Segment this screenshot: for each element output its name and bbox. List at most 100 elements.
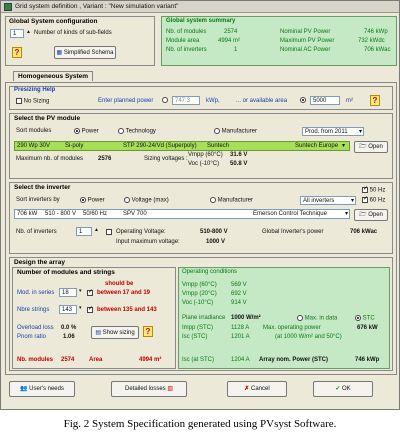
prod-filter-select[interactable]: Prod. from 2011 <box>302 127 364 136</box>
op-cond-value: 569 V <box>231 282 247 288</box>
stepper-arrows[interactable]: ▾ <box>79 305 82 311</box>
overload-label: Overload loss <box>17 325 54 331</box>
planned-power-input[interactable]: 747.3 <box>172 96 200 105</box>
planned-power-label: Enter planned power <box>98 98 154 104</box>
vmpp-label: Vmpp (60°C) <box>188 152 223 158</box>
summary-value: 1 <box>234 47 238 53</box>
subfields-label: Number of kinds of sub-fields <box>34 30 112 36</box>
planned-power-radio[interactable] <box>162 97 168 104</box>
sort-power-radio[interactable]: Power <box>74 128 99 135</box>
modules-strings-header: Number of modules and strings <box>17 269 115 276</box>
sizing-voltages-label: Sizing voltages : <box>144 156 188 162</box>
schema-icon: ▦ <box>56 50 63 56</box>
op-voltage-checkbox[interactable] <box>106 229 112 236</box>
mod-series-check[interactable] <box>87 288 93 297</box>
op-cond-header: Operating conditions <box>182 269 238 275</box>
area-input[interactable]: 5000 <box>310 96 340 105</box>
max-modules-label: Maximum nb. of modules <box>16 156 84 162</box>
summary-label: Nb. of inverters <box>166 47 207 53</box>
pnom-label: Pnom ratio <box>17 334 47 340</box>
inv-sort-manufacturer-radio[interactable]: Manufacturer <box>210 197 253 204</box>
hz50-label: 50 Hz <box>369 187 386 194</box>
summary-label: Nb. of modules <box>166 29 207 35</box>
open-label: Open <box>368 212 383 218</box>
stc-radio[interactable]: STC <box>355 315 375 322</box>
users-needs-label: User's needs <box>29 386 64 392</box>
inv-sort-voltage-radio[interactable]: Voltage (max) <box>124 197 169 204</box>
title-bar: Grid system definition , Variant : "New … <box>1 1 399 13</box>
hz60-label: 60 Hz <box>369 197 386 204</box>
subfields-stepper[interactable]: 1 <box>10 29 24 38</box>
max-op-power-value: 676 kW <box>357 325 378 331</box>
inverter-filter-select[interactable]: All inverters <box>300 196 356 205</box>
available-area-label: ... or available area <box>236 98 288 104</box>
window-title: Grid system definition , Variant : "New … <box>15 3 179 10</box>
array-nom-value: 746 kWp <box>355 357 380 363</box>
summary-value: 706 kWac <box>364 47 391 53</box>
inv-sort-power-radio[interactable]: Power <box>80 197 105 204</box>
inv-model: SPV 700 <box>123 211 147 217</box>
input-max-value: 1000 V <box>206 239 226 245</box>
presizing-help-button[interactable]: ? <box>370 95 380 106</box>
array-help-button[interactable]: ? <box>143 326 153 337</box>
nbre-strings-input[interactable]: 143 <box>59 305 77 314</box>
summary-label: Nominal PV Power <box>280 29 331 35</box>
inv-sort-manufacturer-label: Manufacturer <box>217 197 254 204</box>
sizing-icon: ▤ <box>95 330 101 336</box>
nbre-strings-check[interactable] <box>87 305 93 314</box>
inverter-open-button[interactable]: 🗁 Open <box>354 209 388 221</box>
nb-inverters-stepper[interactable]: 1 <box>76 227 92 236</box>
detailed-losses-button[interactable]: Detailed losses ▥ <box>111 381 187 397</box>
max-op-power-label: Max. operating power <box>263 325 321 331</box>
area-label: Area <box>89 357 103 363</box>
sort-technology-label: Technology <box>125 128 156 135</box>
module-tech: Si-poly <box>65 143 84 149</box>
ok-button[interactable]: ✓ OK <box>313 381 373 397</box>
unit-m2: m² <box>346 98 353 104</box>
no-sizing-checkbox[interactable]: No Sizing <box>16 98 49 105</box>
inv-freq: 50/60 Hz <box>83 211 108 217</box>
nb-modules-value: 2574 <box>61 357 75 363</box>
presizing-panel: Presizing Help No Sizing Enter planned p… <box>9 86 393 110</box>
summary-value: 2574 <box>224 29 238 35</box>
cancel-button[interactable]: ✗ Cancel <box>227 381 287 397</box>
stepper-arrows[interactable]: ▲ <box>94 227 99 233</box>
sort-technology-radio[interactable]: Technology <box>118 128 156 135</box>
simplified-schema-button[interactable]: ▦ Simplified Schema <box>54 46 116 59</box>
hz50-checkbox[interactable]: 50 Hz <box>362 185 386 194</box>
mod-series-input[interactable]: 18 <box>59 288 77 297</box>
stepper-arrows[interactable]: ▲ <box>26 29 31 35</box>
sort-manufacturer-radio[interactable]: Manufacturer <box>214 128 257 135</box>
module-brand: Suntech <box>207 143 230 149</box>
inverter-select[interactable]: 706 kW 510 - 800 V 50/60 Hz SPV 700 Emer… <box>14 209 350 219</box>
show-sizing-button[interactable]: ▤ Show sizing <box>91 326 139 339</box>
inv-power: 706 kW <box>17 211 38 217</box>
figure-caption: Fig. 2 System Specification generated us… <box>63 418 337 430</box>
array-panel: Design the array Number of modules and s… <box>9 257 393 371</box>
max-in-data-radio[interactable]: Max. in data <box>297 315 337 322</box>
module-name: STP 290-24/Vd (Superpoly) <box>123 143 197 149</box>
sort-power-label: Power <box>81 128 99 135</box>
inv-sort-power-label: Power <box>87 197 105 204</box>
voc-label: Voc (-10°C) <box>188 161 220 167</box>
tab-homogeneous-system[interactable]: Homogeneous System <box>13 71 94 81</box>
modules-strings-panel: Number of modules and strings should be … <box>12 267 176 369</box>
hz60-checkbox[interactable]: 60 Hz <box>362 195 386 204</box>
users-icon: 👥 <box>20 386 28 392</box>
help-button[interactable]: ? <box>12 47 22 58</box>
area-radio[interactable] <box>300 97 306 104</box>
input-max-label: Input maximum voltage: <box>116 239 180 245</box>
module-power: 290 Wp 30V <box>17 143 51 149</box>
folder-icon: 🗁 <box>359 144 367 150</box>
inv-range: 510 - 800 V <box>45 211 77 217</box>
sort-manufacturer-label: Manufacturer <box>221 128 258 135</box>
global-config-panel: Global System configuration 1 ▲ Number o… <box>5 16 155 66</box>
at-1000-note: (at 1000 W/m² and 50°C) <box>275 334 342 340</box>
users-needs-button[interactable]: 👥 User's needs <box>9 381 75 397</box>
module-select[interactable]: 290 Wp 30V Si-poly STP 290-24/Vd (Superp… <box>14 141 350 151</box>
overload-value: 0.0 % <box>61 325 77 331</box>
stepper-arrows[interactable]: ▾ <box>79 288 82 294</box>
max-modules-value: 2576 <box>98 156 112 162</box>
global-power-value: 706 kWac <box>350 229 378 235</box>
module-open-button[interactable]: 🗁 Open <box>354 141 388 153</box>
